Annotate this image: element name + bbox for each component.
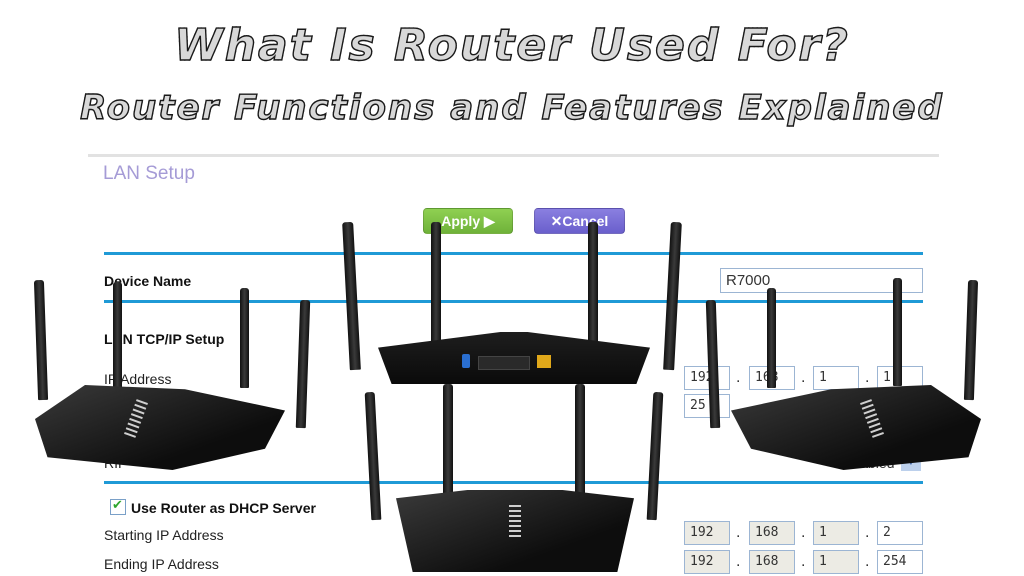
headline-title: What Is Router Used For? (0, 19, 1024, 71)
cancel-button[interactable]: ✕Cancel (534, 208, 625, 234)
end-ip-octet-2: 168 (749, 550, 795, 574)
end-ip-octet-4[interactable]: 254 (877, 550, 923, 574)
end-ip-octet-1: 192 (684, 550, 730, 574)
ip-dot: . (801, 553, 806, 570)
divider (104, 481, 923, 484)
end-ip-octet-3: 1 (813, 550, 859, 574)
ip-dot: . (736, 369, 741, 386)
headline-subtitle: Router Functions and Features Explained (0, 87, 1024, 128)
starting-ip-label: Starting IP Address (104, 527, 224, 543)
lan-ports-icon (478, 356, 530, 370)
start-ip-octet-1: 192 (684, 521, 730, 545)
ip-dot: . (801, 524, 806, 541)
start-ip-octet-4[interactable]: 2 (877, 521, 923, 545)
ip-octet-3[interactable]: 1 (813, 366, 859, 390)
divider (104, 252, 923, 255)
usb-port-icon (462, 354, 470, 368)
panel-top-divider (88, 154, 939, 157)
divider (104, 300, 923, 303)
section-title: LAN Setup (103, 163, 195, 184)
dhcp-checkbox[interactable] (110, 497, 126, 515)
subnet-octet-1[interactable]: 25 (684, 394, 730, 418)
ip-dot: . (865, 369, 870, 386)
ip-dot: . (736, 553, 741, 570)
tcpip-heading: LAN TCP/IP Setup (104, 331, 225, 347)
wan-port-icon (537, 355, 551, 368)
ip-dot: . (736, 524, 741, 541)
start-ip-octet-2: 168 (749, 521, 795, 545)
ip-dot: . (865, 524, 870, 541)
start-ip-octet-3: 1 (813, 521, 859, 545)
ip-dot: . (865, 553, 870, 570)
ending-ip-label: Ending IP Address (104, 556, 219, 572)
ip-octet-1[interactable]: 192 (684, 366, 730, 390)
ip-dot: . (801, 369, 806, 386)
dhcp-checkbox-label: Use Router as DHCP Server (131, 500, 316, 516)
